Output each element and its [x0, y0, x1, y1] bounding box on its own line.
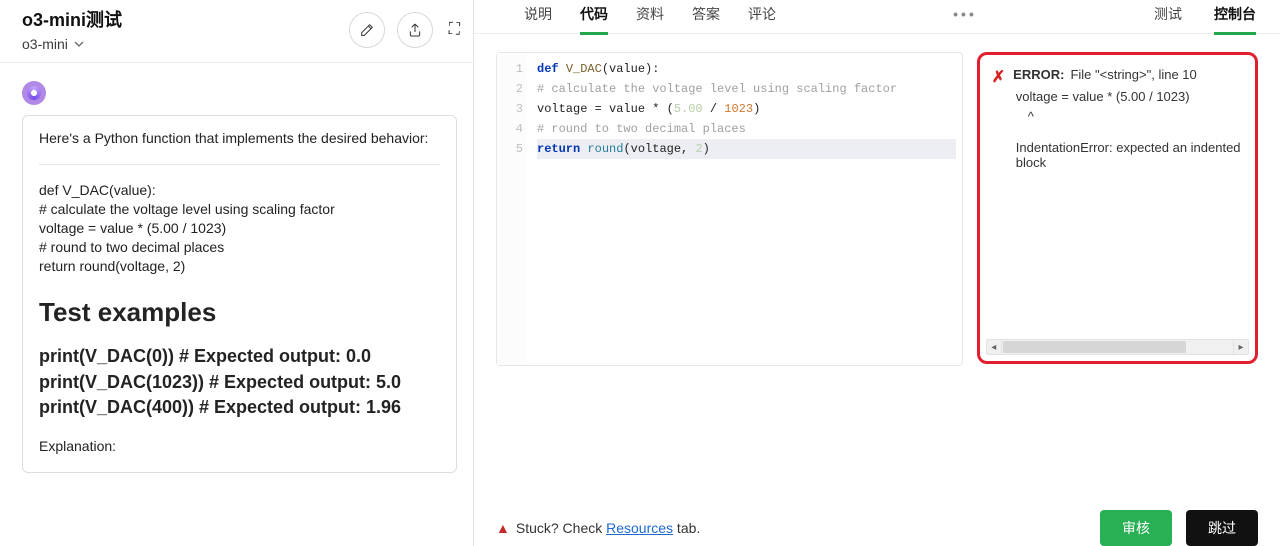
response-code: def V_DAC(value): # calculate the voltag…: [39, 181, 440, 275]
tab-right-1[interactable]: 控制台: [1214, 4, 1256, 35]
error-location: File "<string>", line 10: [1070, 67, 1196, 87]
error-label: ERROR:: [1013, 67, 1064, 87]
left-header: o3-mini测试 o3-mini ⛶: [0, 0, 473, 63]
code-line-4[interactable]: # round to two decimal places: [537, 119, 956, 139]
tabs-left: 说明代码资料答案评论: [524, 4, 776, 35]
pencil-icon: [359, 22, 375, 38]
edit-button[interactable]: [349, 12, 385, 48]
test-examples: print(V_DAC(0)) # Expected output: 0.0 p…: [39, 344, 440, 420]
error-source-line: voltage = value * (5.00 / 1023): [992, 87, 1243, 107]
right-pane: 说明代码资料答案评论 ••• 测试 控制台 12345 def V_DAC(val…: [474, 0, 1280, 546]
editor-gutter: 12345: [497, 53, 527, 365]
console-panel: ✗ ERROR: File "<string>", line 10 voltag…: [977, 52, 1258, 364]
scroll-left-icon[interactable]: ◂: [987, 340, 1002, 354]
error-caret: ^: [992, 107, 1243, 127]
page-subtitle[interactable]: o3-mini: [22, 36, 122, 52]
code-editor[interactable]: 12345 def V_DAC(value):# calculate the v…: [496, 52, 963, 366]
error-x-icon: ✗: [992, 67, 1005, 87]
header-actions: ⛶: [349, 12, 457, 48]
error-message: IndentationError: expected an indented b…: [992, 140, 1243, 170]
tabs-more-button[interactable]: •••: [953, 6, 977, 30]
console-h-scrollbar[interactable]: ◂ ▸: [986, 339, 1249, 355]
resources-link[interactable]: Resources: [606, 520, 673, 536]
share-button[interactable]: [397, 12, 433, 48]
chevron-down-icon: [74, 39, 84, 49]
code-line-3[interactable]: voltage = value * (5.00 / 1023): [537, 99, 956, 119]
tab-2[interactable]: 资料: [636, 4, 664, 32]
scroll-right-icon[interactable]: ▸: [1233, 340, 1248, 354]
scroll-thumb[interactable]: [1003, 341, 1186, 353]
tab-4[interactable]: 评论: [748, 4, 776, 32]
tabs-row: 说明代码资料答案评论 ••• 测试 控制台: [474, 0, 1280, 34]
skip-button[interactable]: 跳过: [1186, 510, 1258, 546]
page-title: o3-mini测试: [22, 6, 122, 32]
tab-0[interactable]: 说明: [524, 4, 552, 32]
tabs-right: 测试 控制台: [1154, 4, 1256, 35]
review-button[interactable]: 审核: [1100, 510, 1172, 546]
code-line-5[interactable]: return round(voltage, 2): [537, 139, 956, 159]
response-more: Explanation:: [39, 438, 440, 454]
response-intro: Here's a Python function that implements…: [39, 130, 440, 146]
tab-1[interactable]: 代码: [580, 4, 608, 35]
tab-3[interactable]: 答案: [692, 4, 720, 32]
share-icon: [407, 22, 423, 38]
fullscreen-button[interactable]: ⛶: [449, 12, 457, 48]
code-line-2[interactable]: # calculate the voltage level using scal…: [537, 79, 956, 99]
assistant-avatar: [22, 81, 46, 105]
warning-icon: ▲: [496, 520, 510, 536]
assistant-response-card: Here's a Python function that implements…: [22, 115, 457, 473]
editor-content[interactable]: def V_DAC(value):# calculate the voltage…: [527, 53, 962, 365]
left-pane: o3-mini测试 o3-mini ⛶ Here's a Python func…: [0, 0, 474, 546]
code-line-1[interactable]: def V_DAC(value):: [537, 59, 956, 79]
stuck-hint: ▲ Stuck? Check Resources tab.: [496, 520, 700, 536]
tab-right-0[interactable]: 测试: [1154, 4, 1182, 32]
test-examples-heading: Test examples: [39, 297, 440, 328]
